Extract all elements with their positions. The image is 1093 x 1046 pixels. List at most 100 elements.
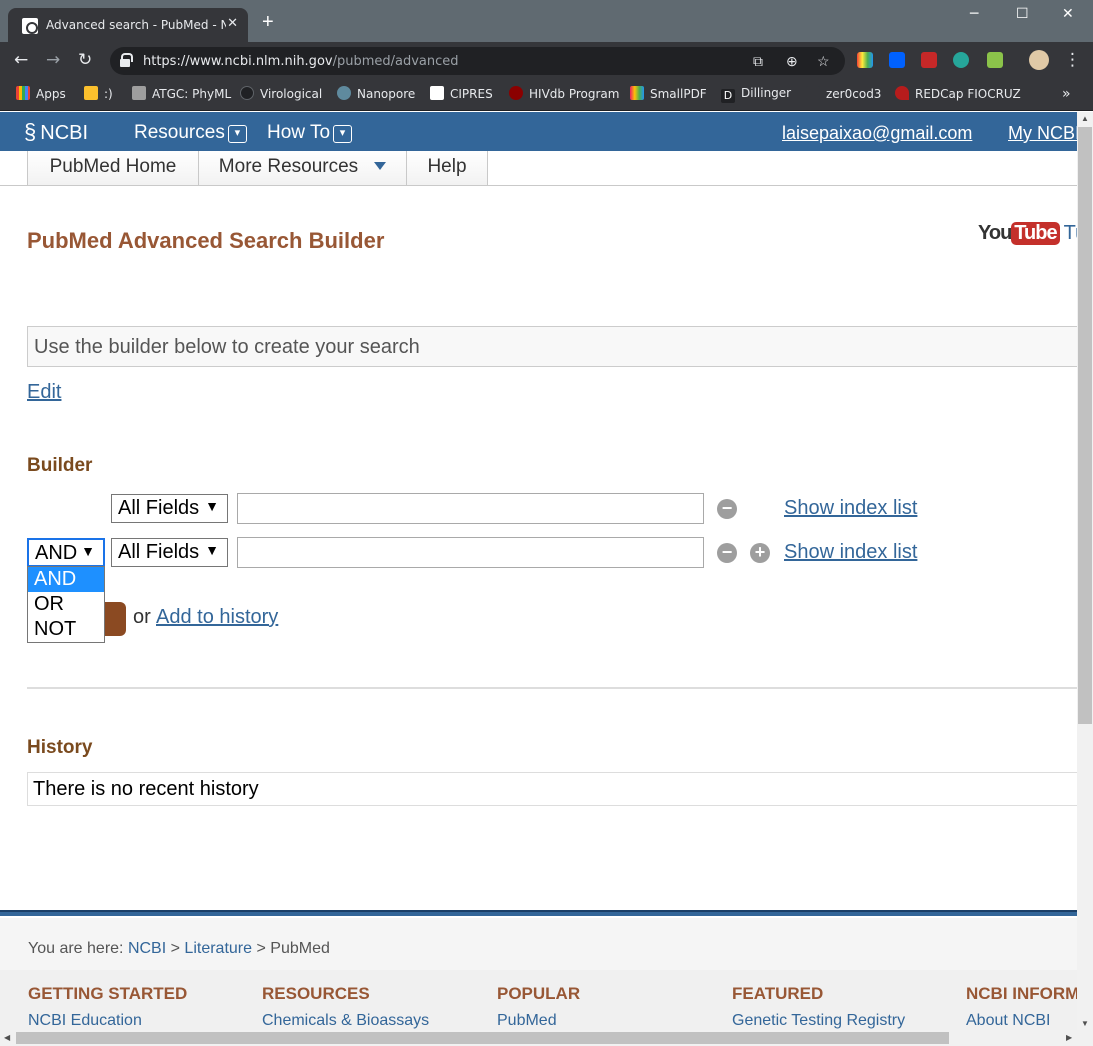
search-term-input-1[interactable]: [237, 493, 704, 524]
browser-menu-icon[interactable]: ⋮: [1064, 50, 1081, 70]
page-title: PubMed Advanced Search Builder: [27, 228, 385, 253]
browser-toolbar: ← → ↻ https://www.ncbi.nlm.nih.gov/pubme…: [0, 42, 1093, 80]
how-to-menu[interactable]: How To ▾: [267, 122, 353, 144]
field-select-1[interactable]: All Fields ▼: [111, 494, 228, 523]
caret-down-icon: [374, 162, 387, 170]
scroll-left-icon[interactable]: ◀: [4, 1033, 10, 1042]
horizontal-scrollbar[interactable]: ◀ ▶: [0, 1030, 1093, 1046]
breadcrumb-current: PubMed: [270, 940, 330, 957]
extension-colorpicker-icon[interactable]: [857, 52, 873, 68]
my-ncbi-link[interactable]: My NCBI: [1008, 123, 1077, 144]
scroll-right-icon[interactable]: ▶: [1066, 1033, 1072, 1042]
pubmed-home-label: PubMed Home: [49, 156, 177, 177]
maximize-button[interactable]: ☐: [1016, 6, 1029, 22]
bookmark-atgc[interactable]: ATGC: PhyML: [132, 86, 231, 101]
dna-helix-icon: §: [24, 119, 37, 144]
operator-option-and[interactable]: AND: [28, 567, 104, 592]
or-text: or: [133, 606, 151, 628]
resources-menu[interactable]: Resources ▾: [134, 122, 247, 144]
help-tab[interactable]: Help: [406, 151, 488, 185]
address-bar[interactable]: https://www.ncbi.nlm.nih.gov/pubmed/adva…: [110, 47, 845, 75]
zoom-icon[interactable]: ⊕: [786, 53, 798, 70]
history-panel: There is no recent history: [27, 772, 1087, 806]
field-select-2-value: All Fields: [118, 541, 200, 563]
footer-heading-resources: RESOURCES: [262, 984, 370, 1003]
chevron-down-icon: ▾: [227, 125, 247, 143]
bookmark-hivdb[interactable]: HIVdb Program: [509, 86, 619, 101]
tab-close-icon[interactable]: ✕: [227, 16, 238, 31]
extension-dropbox-icon[interactable]: [889, 52, 905, 68]
builder-heading: Builder: [27, 455, 93, 476]
bookmark-apps[interactable]: Apps: [16, 86, 66, 101]
remove-row-icon[interactable]: −: [717, 543, 737, 563]
zer0cod3-icon: [806, 86, 820, 100]
youtube-tutorial-link[interactable]: You Tube Tu: [978, 222, 1086, 250]
bookmark-redcap[interactable]: REDCap FIOCRUZ: [895, 86, 1021, 101]
operator-select[interactable]: AND ▼: [26, 537, 106, 568]
vertical-scrollbar[interactable]: ▲ ▼: [1077, 112, 1093, 1030]
bookmark-cipres[interactable]: CIPRES: [430, 86, 493, 101]
browser-window: Advanced search - PubMed - NC ✕ + ─ ☐ ✕ …: [0, 0, 1093, 1046]
bookmark-nanopore[interactable]: Nanopore: [337, 86, 415, 101]
bookmark-folder[interactable]: :): [84, 86, 113, 101]
pubmed-home-tab[interactable]: PubMed Home: [27, 151, 199, 185]
bookmark-dillinger[interactable]: D Dillinger: [721, 86, 791, 103]
translate-icon[interactable]: ⧉: [753, 53, 763, 70]
minimize-button[interactable]: ─: [970, 6, 978, 22]
footer-link-chemicals[interactable]: Chemicals & Bioassays: [262, 1012, 429, 1030]
operator-option-or[interactable]: OR: [28, 592, 104, 617]
footer-link-pubmed[interactable]: PubMed: [497, 1012, 557, 1030]
extension-mendeley-icon[interactable]: [921, 52, 937, 68]
scroll-up-icon[interactable]: ▲: [1081, 114, 1089, 123]
reload-icon[interactable]: ↻: [78, 50, 92, 70]
breadcrumb-ncbi[interactable]: NCBI: [128, 940, 166, 957]
window-close-button[interactable]: ✕: [1062, 6, 1074, 22]
forward-arrow-icon[interactable]: →: [46, 50, 60, 70]
user-email-link[interactable]: laisepaixao@gmail.com: [782, 123, 972, 144]
new-tab-button[interactable]: +: [262, 12, 274, 32]
tab-title: Advanced search - PubMed - NC: [46, 18, 226, 32]
bookmarks-overflow-icon[interactable]: »: [1062, 86, 1071, 102]
add-row-icon[interactable]: +: [750, 543, 770, 563]
bookmark-star-icon[interactable]: ☆: [817, 53, 830, 70]
virological-icon: [240, 86, 254, 100]
url-text: https://www.ncbi.nlm.nih.gov/pubmed/adva…: [143, 54, 459, 69]
apps-grid-icon: [16, 86, 30, 100]
breadcrumb: You are here: NCBI > Literature > PubMed: [0, 918, 1077, 970]
more-resources-tab[interactable]: More Resources: [198, 151, 407, 185]
remove-row-icon[interactable]: −: [717, 499, 737, 519]
nanopore-icon: [337, 86, 351, 100]
footer-links: GETTING STARTED NCBI Education RESOURCES…: [0, 970, 1077, 1030]
breadcrumb-literature[interactable]: Literature: [184, 940, 252, 957]
bookmark-virological[interactable]: Virological: [240, 86, 322, 101]
bookmark-zer0cod3[interactable]: zer0cod3: [806, 86, 881, 101]
browser-tab[interactable]: Advanced search - PubMed - NC ✕: [8, 8, 248, 42]
add-to-history-link[interactable]: Add to history: [156, 606, 278, 629]
ncbi-header: § NCBI Resources ▾ How To ▾ laisepaixao@gma…: [0, 112, 1077, 151]
profile-avatar[interactable]: [1029, 50, 1049, 70]
ncbi-logo[interactable]: § NCBI: [24, 119, 88, 145]
show-index-list-link-2[interactable]: Show index list: [784, 541, 917, 564]
operator-dropdown-list: AND OR NOT: [27, 566, 105, 643]
footer-link-genetic-testing[interactable]: Genetic Testing Registry: [732, 1012, 905, 1030]
edit-link[interactable]: Edit: [27, 381, 61, 404]
operator-select-value: AND: [35, 542, 78, 564]
title-bar: Advanced search - PubMed - NC ✕ + ─ ☐ ✕: [0, 0, 1093, 42]
bookmark-smallpdf[interactable]: SmallPDF: [630, 86, 707, 101]
operator-option-not[interactable]: NOT: [28, 617, 104, 642]
search-query-preview[interactable]: Use the builder below to create your sea…: [27, 326, 1087, 367]
scroll-down-icon[interactable]: ▼: [1081, 1019, 1089, 1028]
extension-honey-icon[interactable]: [987, 52, 1003, 68]
extension-grammarly-icon[interactable]: [953, 52, 969, 68]
horizontal-scroll-thumb[interactable]: [16, 1032, 949, 1044]
back-arrow-icon[interactable]: ←: [14, 50, 28, 70]
dillinger-icon: D: [721, 89, 735, 103]
footer-link-ncbi-education[interactable]: NCBI Education: [28, 1012, 142, 1030]
search-term-input-2[interactable]: [237, 537, 704, 568]
footer-heading-featured: FEATURED: [732, 984, 824, 1003]
vertical-scroll-thumb[interactable]: [1078, 127, 1092, 724]
folder-icon: [84, 86, 98, 100]
field-select-2[interactable]: All Fields ▼: [111, 538, 228, 567]
footer-link-about-ncbi[interactable]: About NCBI: [966, 1012, 1050, 1030]
show-index-list-link-1[interactable]: Show index list: [784, 497, 917, 520]
